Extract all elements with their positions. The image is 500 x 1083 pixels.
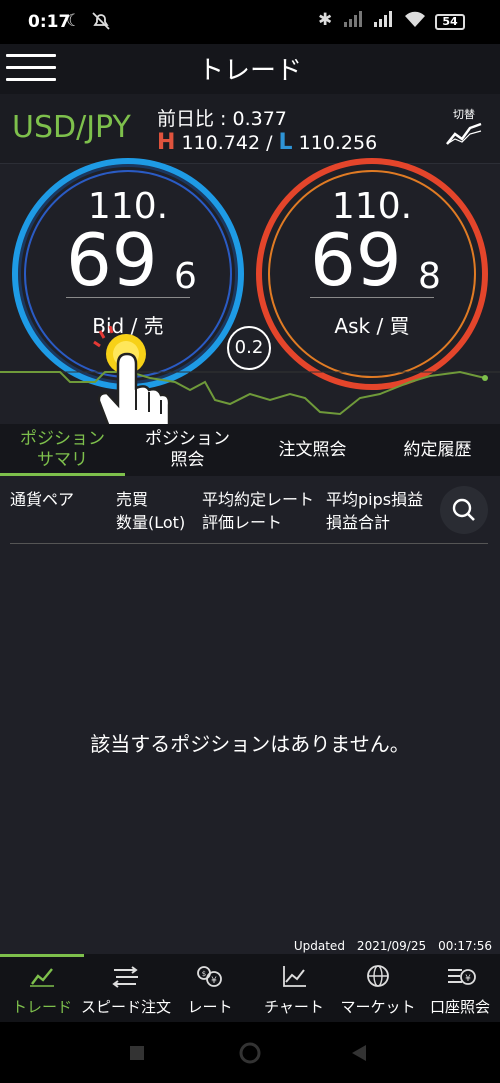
status-time: 0:17	[28, 12, 71, 32]
search-button[interactable]	[440, 486, 488, 534]
tab-order-inquiry[interactable]: 注文照会	[250, 424, 375, 476]
col-qty-label: 数量(Lot)	[116, 513, 186, 532]
nav-chart-label: チャート	[264, 998, 324, 1016]
ask-divider	[310, 297, 434, 298]
bid-price-prefix: 110.	[87, 186, 169, 227]
nav-market[interactable]: マーケット	[336, 954, 420, 1022]
ask-price-main: 69	[310, 218, 402, 302]
home-icon[interactable]	[238, 1041, 262, 1065]
ask-label: Ask / 買	[334, 314, 410, 338]
nav-trade-label: トレード	[11, 998, 72, 1016]
svg-text:$: $	[202, 970, 206, 978]
tick-chart	[0, 370, 500, 416]
account-icon: ¥	[448, 969, 476, 985]
svg-text:¥: ¥	[465, 974, 471, 984]
bid-price-last: 6	[174, 256, 197, 297]
ask-price-last: 8	[418, 256, 441, 297]
rate-icon: ¥$	[197, 966, 222, 987]
tab-position-inquiry[interactable]: ポジション 照会	[125, 424, 250, 476]
col-side-qty: 売買 数量(Lot)	[116, 488, 185, 534]
currency-pair[interactable]: USD/JPY	[12, 110, 131, 145]
recents-icon[interactable]	[128, 1044, 146, 1062]
moon-icon: ☾	[66, 11, 82, 31]
low-label: L	[278, 130, 293, 155]
nav-account[interactable]: ¥ 口座照会	[420, 954, 500, 1022]
high-label: H	[157, 130, 176, 155]
bid-price-main: 69	[66, 218, 158, 302]
col-currency-pair-label: 通貨ペア	[10, 490, 75, 509]
low-value: 110.256	[298, 132, 378, 154]
speed-order-icon	[112, 966, 138, 988]
bid-divider	[66, 297, 190, 298]
nav-account-label: 口座照会	[429, 998, 490, 1016]
col-avg-rate-label: 平均約定レート	[202, 490, 315, 509]
wifi-icon	[404, 10, 426, 33]
spread-badge: 0.2	[227, 326, 271, 370]
col-pl: 平均pips損益 損益合計	[326, 488, 423, 534]
search-icon	[452, 498, 475, 521]
tab-position-summary[interactable]: ポジション サマリ	[0, 424, 125, 476]
col-rates: 平均約定レート 評価レート	[202, 488, 314, 534]
high-value: 110.742 /	[181, 132, 273, 154]
col-avg-pips-label: 平均pips損益	[326, 490, 424, 509]
switch-chart-icon	[446, 122, 482, 145]
tab-execution-history[interactable]: 約定履歴	[375, 424, 500, 476]
pair-info: USD/JPY 前日比 : 0.377 H 110.742 / L 110.25…	[0, 94, 500, 164]
col-total-pl-label: 損益合計	[326, 513, 391, 532]
signal-icon-1	[343, 10, 365, 33]
chart-icon	[283, 966, 306, 987]
system-nav-bar	[0, 1022, 500, 1083]
status-bar: 0:17 ☾ ✱ 54	[0, 0, 500, 44]
trend-icon	[30, 968, 54, 987]
globe-icon	[367, 965, 389, 987]
page-title: トレード	[197, 56, 302, 86]
nav-chart[interactable]: チャート	[252, 954, 336, 1022]
nav-rate-label: レート	[187, 998, 233, 1016]
bottom-nav: トレード スピード注文 ¥ $ レート チャート マーケット ¥ 口座照会	[0, 954, 500, 1022]
nav-trade[interactable]: トレード	[0, 954, 84, 1022]
signal-icon-2	[373, 10, 395, 33]
app-header: トレード	[0, 44, 500, 94]
nav-speed-order[interactable]: スピード注文	[81, 954, 171, 1022]
ask-price-prefix: 110.	[331, 186, 413, 227]
switch-button[interactable]: 切替	[444, 106, 484, 149]
svg-text:¥: ¥	[211, 976, 217, 986]
active-tab-indicator	[0, 473, 125, 476]
daily-change: 前日比 : 0.377	[157, 108, 287, 130]
updated-timestamp: Updated 2021/09/25 00:17:56	[293, 939, 492, 953]
position-tabs: ポジション サマリ ポジション 照会 注文照会 約定履歴	[0, 424, 500, 476]
bluetooth-icon: ✱	[318, 10, 333, 30]
mute-icon	[91, 11, 111, 36]
col-currency-pair: 通貨ペア	[10, 488, 74, 511]
battery-icon: 54	[435, 14, 465, 30]
col-eval-rate-label: 評価レート	[202, 513, 283, 532]
col-side-label: 売買	[116, 490, 149, 509]
header-divider	[10, 543, 488, 544]
empty-message: 該当するポジションはありません。	[90, 732, 410, 756]
active-nav-indicator	[0, 954, 84, 957]
nav-market-label: マーケット	[340, 998, 416, 1016]
back-icon[interactable]	[350, 1043, 368, 1063]
switch-label: 切替	[453, 108, 475, 121]
high-low: H 110.742 / L 110.256	[157, 130, 377, 155]
nav-speed-order-label: スピード注文	[80, 998, 171, 1016]
nav-rate[interactable]: ¥ $ レート	[168, 954, 252, 1022]
ask-button[interactable]: 110. 69 8 Ask / 買	[256, 158, 488, 390]
